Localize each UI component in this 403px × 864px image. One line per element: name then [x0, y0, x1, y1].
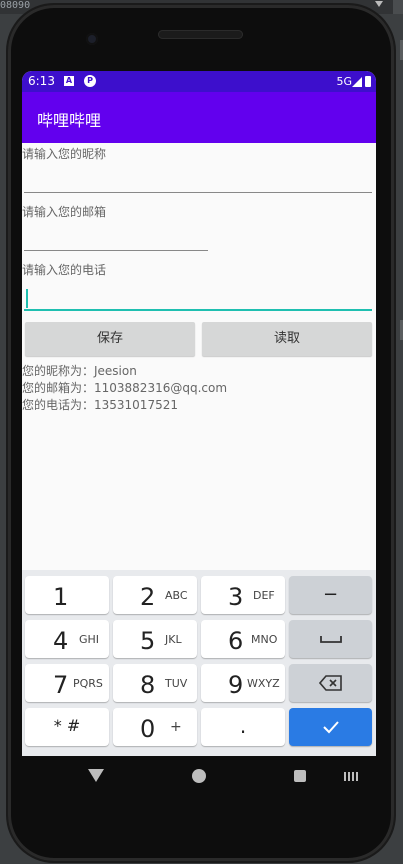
phone-label: 请输入您的电话 — [22, 263, 107, 277]
key-7[interactable]: 7 PQRS — [25, 664, 109, 702]
star-hash-label: * # — [53, 716, 81, 735]
key-1[interactable]: 1 — [25, 576, 109, 614]
key-digit: 5 — [140, 627, 156, 655]
backspace-icon — [319, 675, 342, 691]
key-letters: WXYZ — [247, 677, 280, 690]
key-backspace[interactable] — [289, 664, 372, 702]
phone-result: 您的电话为：13531017521 — [22, 398, 178, 412]
keyboard-switch-icon[interactable] — [344, 772, 358, 781]
signal-icon — [352, 77, 362, 87]
read-button[interactable]: 读取 — [202, 322, 372, 356]
key-digit: 2 — [140, 583, 156, 611]
text-caret — [26, 289, 28, 308]
key-digit: 6 — [228, 627, 244, 655]
key-space[interactable] — [289, 620, 372, 658]
key-6[interactable]: 6 MNO — [201, 620, 285, 658]
dot-label: . — [239, 714, 247, 738]
key-digit: 8 — [140, 671, 156, 699]
key-star-hash[interactable]: * # — [25, 708, 109, 746]
key-digit: 0 — [140, 715, 156, 743]
key-done[interactable] — [289, 708, 372, 746]
space-icon — [320, 636, 342, 643]
device-screen: 6:13 A P 5G 哔哩哔哩 请输入您的昵称 请输入您的邮箱 请输入您的电话… — [22, 71, 376, 756]
notification-a-icon: A — [64, 76, 74, 86]
status-time: 6:13 — [28, 74, 55, 88]
front-camera — [86, 33, 98, 45]
key-digit: 4 — [53, 627, 69, 655]
dropdown-arrow-icon[interactable] — [375, 1, 383, 7]
home-icon[interactable] — [192, 769, 206, 783]
key-dot[interactable]: . — [201, 708, 285, 746]
app-bar: 哔哩哔哩 — [22, 92, 376, 143]
key-digit: 7 — [53, 671, 69, 699]
key-3[interactable]: 3 DEF — [201, 576, 285, 614]
ide-scroll-handle — [393, 0, 403, 14]
check-icon — [323, 721, 339, 734]
back-icon[interactable] — [88, 769, 104, 782]
key-letters: TUV — [165, 677, 188, 690]
email-input[interactable] — [24, 250, 208, 251]
key-5[interactable]: 5 JKL — [113, 620, 197, 658]
battery-icon — [365, 76, 371, 87]
nickname-input[interactable] — [24, 192, 372, 193]
app-title: 哔哩哔哩 — [37, 111, 102, 130]
recents-icon[interactable] — [294, 770, 306, 782]
nickname-label: 请输入您的昵称 — [22, 147, 107, 161]
status-bar: 6:13 A P 5G — [22, 71, 376, 92]
notification-p-icon: P — [84, 75, 96, 87]
save-button[interactable]: 保存 — [25, 322, 195, 356]
key-8[interactable]: 8 TUV — [113, 664, 197, 702]
key-2[interactable]: 2 ABC — [113, 576, 197, 614]
minus-icon: − — [322, 584, 339, 605]
key-letters: ABC — [165, 589, 188, 602]
network-type: 5G — [336, 75, 352, 88]
key-letters: GHI — [79, 633, 100, 646]
phone-input-underline — [24, 309, 372, 311]
key-letters: MNO — [251, 633, 278, 646]
key-digit: 1 — [53, 583, 69, 611]
email-label: 请输入您的邮箱 — [22, 205, 107, 219]
email-result: 您的邮箱为：1103882316@qq.com — [22, 381, 228, 395]
key-letters: JKL — [165, 633, 182, 646]
key-minus[interactable]: − — [289, 576, 372, 614]
earpiece-speaker — [158, 30, 243, 39]
key-4[interactable]: 4 GHI — [25, 620, 109, 658]
numeric-keyboard: 1 2 ABC 3 DEF − 4 GHI 5 JKL 6 MNO 7 PQRS… — [22, 570, 376, 756]
key-digit: 9 — [228, 671, 244, 699]
nickname-result: 您的昵称为：Jeesion — [22, 364, 137, 378]
key-plus: + — [170, 719, 182, 735]
ide-corner-text: 08090 — [0, 0, 31, 11]
phone-input[interactable] — [24, 287, 372, 311]
key-9[interactable]: 9 WXYZ — [201, 664, 285, 702]
key-letters: PQRS — [73, 677, 103, 690]
key-0[interactable]: 0 + — [113, 708, 197, 746]
key-digit: 3 — [228, 583, 244, 611]
key-letters: DEF — [253, 589, 275, 602]
system-nav-bar — [22, 756, 376, 796]
